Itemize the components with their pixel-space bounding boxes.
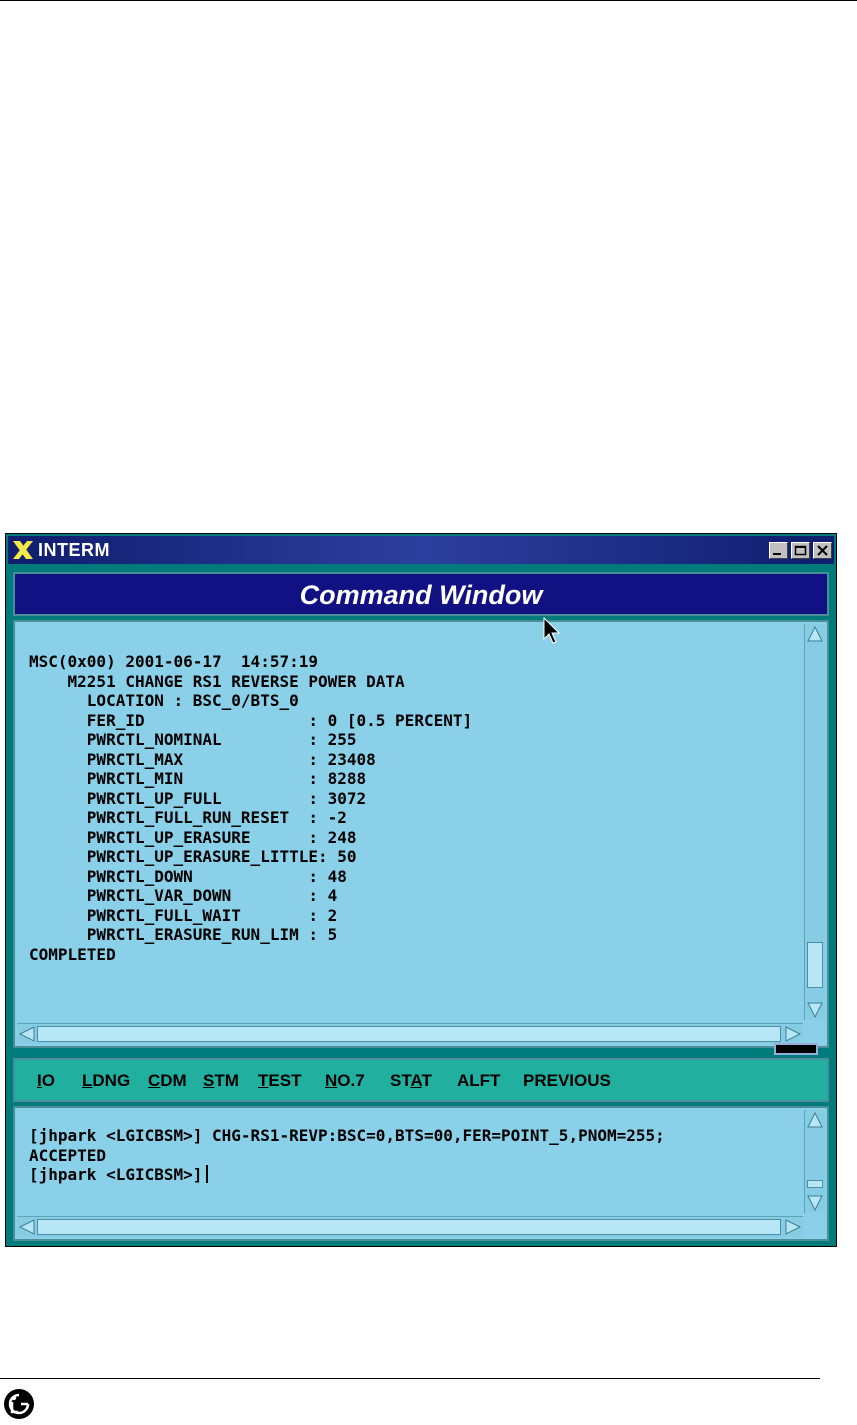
scroll-right-arrow-icon[interactable]: [784, 1218, 802, 1236]
output-text: MSC(0x00) 2001-06-17 14:57:19 M2251 CHAN…: [29, 652, 472, 964]
scroll-right-arrow-icon[interactable]: [784, 1025, 802, 1043]
output-line: PWRCTL_NOMINAL : 255: [86, 730, 357, 749]
scroll-down-arrow-icon[interactable]: [806, 1001, 824, 1019]
pane-splitter-handle[interactable]: [774, 1043, 818, 1055]
menu-item-no7[interactable]: NO.7: [325, 1071, 365, 1091]
output-line: PWRCTL_MAX : 23408: [86, 749, 376, 769]
command-prompt: [jhpark <LGICBSM>]: [29, 1165, 203, 1184]
menu-item-ldng[interactable]: LDNG: [82, 1071, 130, 1091]
output-line: PWRCTL_VAR_DOWN : 4: [86, 886, 338, 905]
menu-item-cdm[interactable]: CDM: [148, 1071, 187, 1091]
output-line: FER_ID : 0 [0.5 PERCENT]: [86, 710, 473, 730]
menu-item-previous[interactable]: PREVIOUS: [523, 1071, 611, 1091]
scroll-down-arrow-icon[interactable]: [806, 1194, 824, 1212]
page-top-rule: [0, 0, 857, 1]
command-window-header: Command Window: [13, 572, 829, 616]
output-line: MSC(0x00) 2001-06-17 14:57:19: [29, 652, 318, 671]
x-window-logo-icon: [13, 541, 33, 559]
scroll-up-arrow-icon[interactable]: [806, 625, 824, 643]
output-line: COMPLETED: [29, 944, 116, 964]
maximize-button[interactable]: [791, 542, 810, 559]
output-vertical-scroll-thumb[interactable]: [807, 942, 823, 988]
output-line: PWRCTL_ERASURE_RUN_LIM : 5: [86, 925, 338, 944]
command-history: [jhpark <LGICBSM>] CHG-RS1-REVP:BSC=0,BT…: [29, 1126, 665, 1165]
output-line: PWRCTL_DOWN : 48: [86, 866, 347, 886]
output-line: PWRCTL_FULL_RUN_RESET : -2: [86, 808, 347, 827]
page-bottom-rule: [0, 1378, 820, 1379]
text-cursor-icon: [206, 1165, 209, 1183]
menu-item-stm[interactable]: STM: [203, 1071, 239, 1091]
input-horizontal-scroll-thumb[interactable]: [37, 1219, 781, 1235]
output-line: LOCATION : BSC_0/BTS_0: [86, 691, 299, 710]
output-line: PWRCTL_MIN : 8288: [86, 769, 367, 788]
minimize-button[interactable]: [769, 542, 788, 559]
menu-item-stat[interactable]: STAT: [390, 1071, 432, 1091]
mouse-pointer-icon: [543, 617, 561, 644]
output-horizontal-scrollbar[interactable]: [17, 1023, 803, 1044]
minimize-icon: [773, 553, 781, 555]
window-title: INTERM: [38, 540, 110, 560]
output-line: PWRCTL_FULL_WAIT : 2: [86, 905, 338, 925]
output-panel: MSC(0x00) 2001-06-17 14:57:19 M2251 CHAN…: [13, 620, 829, 1048]
scroll-up-arrow-icon[interactable]: [806, 1111, 824, 1129]
input-vertical-scrollbar[interactable]: [804, 1110, 825, 1213]
title-bar[interactable]: INTERM: [8, 536, 834, 564]
command-history-line: [jhpark <LGICBSM>] CHG-RS1-REVP:BSC=0,BT…: [29, 1126, 665, 1145]
output-line: PWRCTL_UP_ERASURE : 248: [86, 827, 357, 847]
output-line: PWRCTL_UP_ERASURE_LITTLE: 50: [86, 847, 357, 866]
input-horizontal-scrollbar[interactable]: [17, 1216, 803, 1237]
scroll-left-arrow-icon[interactable]: [18, 1218, 36, 1236]
output-horizontal-scroll-thumb[interactable]: [37, 1026, 781, 1042]
command-input-panel[interactable]: [jhpark <LGICBSM>] CHG-RS1-REVP:BSC=0,BT…: [13, 1106, 829, 1241]
menu-item-test[interactable]: TEST: [258, 1071, 301, 1091]
menu-bar: IO LDNG CDM STM TEST NO.7 STAT ALFT PREVIOUS: [13, 1058, 829, 1102]
output-line: M2251 CHANGE RS1 REVERSE POWER DATA: [67, 671, 405, 691]
command-history-line: ACCEPTED: [29, 1145, 107, 1165]
close-icon: [817, 545, 828, 556]
menu-item-alft[interactable]: ALFT: [457, 1071, 500, 1091]
scroll-left-arrow-icon[interactable]: [18, 1025, 36, 1043]
close-button[interactable]: [813, 542, 832, 559]
maximize-icon: [794, 545, 807, 556]
output-vertical-scrollbar[interactable]: [804, 624, 825, 1020]
menu-item-io[interactable]: IO: [37, 1071, 55, 1091]
lg-logo-icon: [4, 1389, 34, 1419]
command-window-title: Command Window: [299, 580, 543, 610]
interm-window: INTERM Command Window MSC(0x00) 2001-06-…: [5, 533, 837, 1247]
command-input-text[interactable]: [jhpark <LGICBSM>] CHG-RS1-REVP:BSC=0,BT…: [29, 1126, 665, 1185]
output-line: PWRCTL_UP_FULL : 3072: [86, 788, 367, 808]
input-vertical-scroll-thumb[interactable]: [807, 1180, 823, 1188]
